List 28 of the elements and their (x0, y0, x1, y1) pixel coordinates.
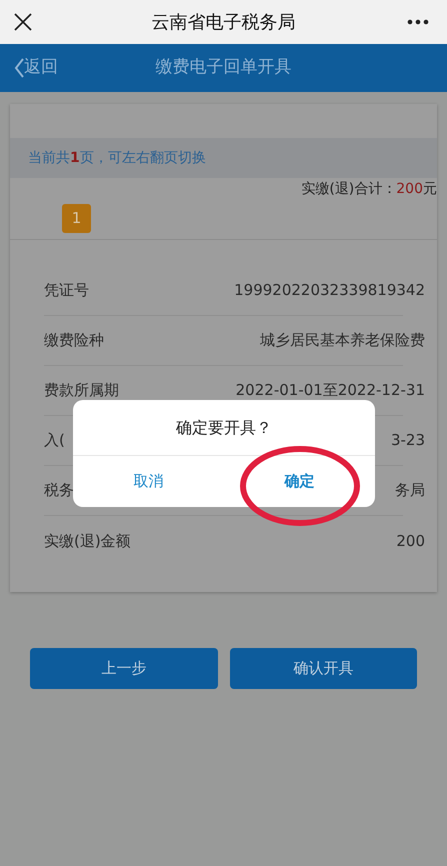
row-label: 费款所属期 (44, 380, 119, 402)
app-title: 云南省电子税务局 (152, 10, 296, 34)
dialog-button[interactable]: 取消 (126, 470, 172, 493)
footer-button[interactable]: 上一步 (30, 648, 218, 689)
row-label: 缴费险种 (44, 330, 104, 352)
row-value: 2022-01-01至2022-12-31 (236, 380, 425, 402)
total-label: 实缴(退)合计： (301, 180, 396, 198)
page-title: 缴费电子回单开具 (156, 56, 292, 80)
total-amount: 200 (396, 180, 423, 198)
close-icon[interactable] (14, 13, 32, 31)
row-value: 3-23 (390, 430, 425, 452)
row-value: 城乡居民基本养老保险费 (260, 330, 425, 352)
row-value: 19992022032339819342 (234, 280, 425, 302)
more-icon[interactable] (407, 19, 429, 25)
footer-button[interactable]: 确认开具 (230, 648, 417, 689)
dialog-message: 确定要开具？ (176, 416, 272, 438)
row-label: 税务 (44, 480, 74, 502)
page-tab[interactable]: 1 (62, 204, 91, 233)
row-label: 入( (44, 430, 65, 452)
total-unit: 元 (423, 180, 437, 198)
back-button[interactable]: 返回 (14, 55, 58, 81)
page-hint: 当前共1页，可左右翻页切换 (28, 148, 206, 168)
row-label: 实缴(退)金额 (44, 530, 131, 552)
row-value: 务局 (395, 480, 425, 502)
row-label: 凭证号 (44, 280, 89, 302)
chevron-left-icon (14, 58, 24, 78)
dialog-button[interactable]: 确定 (276, 470, 322, 493)
row-value: 200 (396, 530, 425, 552)
